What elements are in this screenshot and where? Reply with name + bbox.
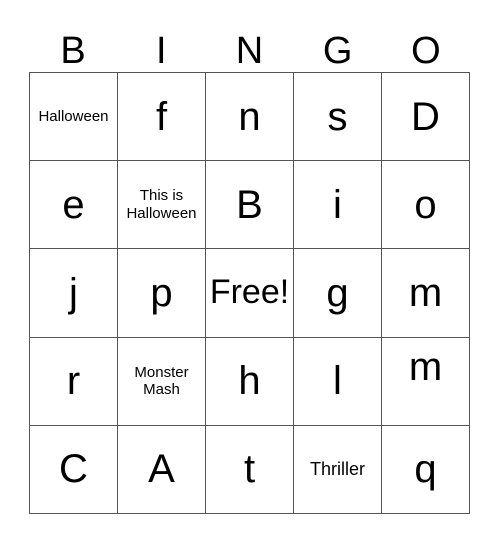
bingo-cell-text: m xyxy=(408,270,443,315)
bingo-header-row: BINGO xyxy=(29,20,470,72)
bingo-cell-r5c1[interactable]: C xyxy=(30,425,118,514)
bingo-header-letter-b: B xyxy=(60,30,86,72)
bingo-cell-text: g xyxy=(326,270,349,315)
bingo-cell-text: o xyxy=(414,182,437,227)
bingo-cell-text: n xyxy=(238,94,261,139)
bingo-cell-text: This is Halloween xyxy=(126,187,197,222)
bingo-cell-r1c5[interactable]: D xyxy=(382,73,470,162)
bingo-cell-text: Monster Mash xyxy=(134,363,189,399)
bingo-cell-r2c5[interactable]: o xyxy=(382,161,470,250)
bingo-cell-text: f xyxy=(155,94,168,139)
bingo-cell-text: m xyxy=(408,344,443,389)
bingo-cell-text: t xyxy=(243,447,256,492)
bingo-cell-text: q xyxy=(414,447,437,492)
bingo-cell-r3c2[interactable]: p xyxy=(118,249,206,338)
bingo-cell-text: C xyxy=(59,447,88,492)
bingo-cell-text: Halloween xyxy=(38,107,109,125)
bingo-header-letter-n: N xyxy=(235,30,264,72)
bingo-cell-text: Thriller xyxy=(309,458,365,479)
bingo-cell-text: D xyxy=(411,94,440,139)
bingo-cell-text: j xyxy=(69,270,78,315)
bingo-cell-r3c4[interactable]: g xyxy=(294,249,382,338)
bingo-cell-r5c5[interactable]: q xyxy=(382,425,470,514)
bingo-cell-text: r xyxy=(66,359,81,404)
bingo-cell-text: i xyxy=(333,182,342,227)
bingo-cell-text: h xyxy=(238,359,261,404)
bingo-cell-r4c2[interactable]: Monster Mash xyxy=(118,337,206,426)
bingo-cell-r5c4[interactable]: Thriller xyxy=(294,425,382,514)
bingo-cell-r2c1[interactable]: e xyxy=(30,161,118,250)
bingo-header-letter-g: G xyxy=(322,30,353,72)
bingo-cell-r3c1[interactable]: j xyxy=(30,249,118,338)
bingo-cell-text: e xyxy=(62,182,85,227)
bingo-card: B I N G O Halloween f n s De This is Halloween Bi o… xyxy=(0,0,500,544)
bingo-cell-r4c3[interactable]: h xyxy=(206,337,294,426)
bingo-cell-text: Free! xyxy=(209,273,290,312)
bingo-cell-text: l xyxy=(333,359,342,404)
bingo-cell-r5c3[interactable]: t xyxy=(206,425,294,514)
bingo-cell-r5c2[interactable]: A xyxy=(118,425,206,514)
bingo-header-letter-o: O xyxy=(411,30,441,72)
bingo-cell-r2c3[interactable]: B xyxy=(206,161,294,250)
bingo-cell-r1c4[interactable]: s xyxy=(294,73,382,162)
bingo-grid: Halloween f n s De This is Halloween Bi o j p Free… xyxy=(29,72,470,514)
bingo-cell-r1c3[interactable]: n xyxy=(206,73,294,162)
bingo-cell-r3c5[interactable]: m xyxy=(382,249,470,338)
bingo-cell-r4c1[interactable]: r xyxy=(30,337,118,426)
bingo-cell-r2c2[interactable]: This is Halloween xyxy=(118,161,206,250)
bingo-cell-r1c2[interactable]: f xyxy=(118,73,206,162)
bingo-cell-text: s xyxy=(327,94,348,139)
bingo-cell-r1c1[interactable]: Halloween xyxy=(30,73,118,162)
bingo-header-letter-i: I xyxy=(156,30,167,72)
bingo-cell-text: B xyxy=(236,182,263,227)
bingo-cell-text: A xyxy=(148,447,175,492)
bingo-cell-r2c4[interactable]: i xyxy=(294,161,382,250)
bingo-cell-r4c4[interactable]: l xyxy=(294,337,382,426)
bingo-cell-r4c5[interactable]: m xyxy=(382,337,470,426)
bingo-cell-text: p xyxy=(150,270,173,315)
bingo-cell-r3c3[interactable]: Free! xyxy=(206,249,294,338)
